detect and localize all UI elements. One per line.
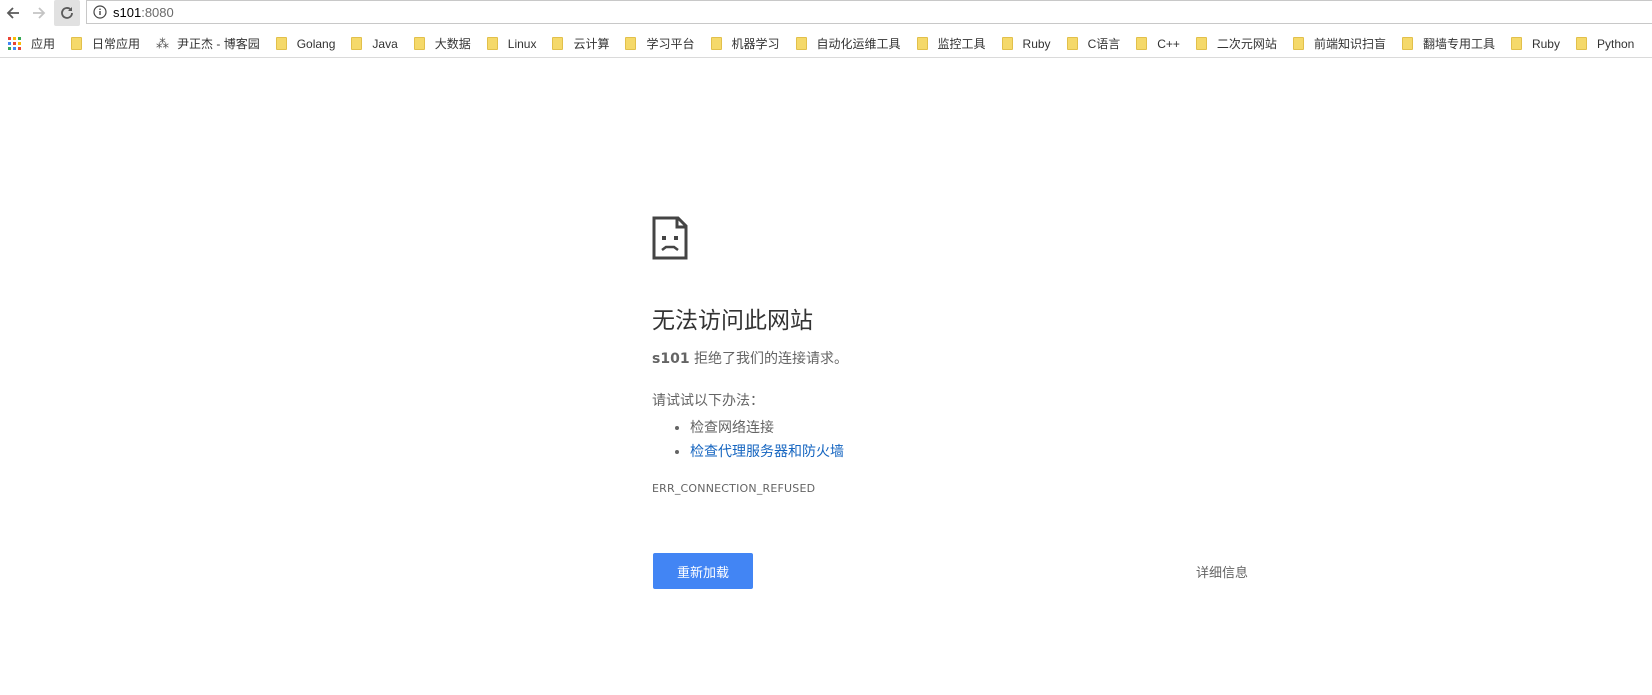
bookmark-folder[interactable]: Linux [483, 33, 541, 55]
check-proxy-link[interactable]: 检查代理服务器和防火墙 [690, 444, 844, 460]
bookmark-label: Java [372, 36, 398, 51]
bookmark-label: C++ [1157, 36, 1180, 51]
bookmarks-bar: 应用 日常应用 ⁂ 尹正杰 - 博客园 Golang Java 大数据 Linux… [0, 30, 1652, 58]
suggestion-check-proxy: 检查代理服务器和防火墙 [690, 440, 1252, 464]
folder-icon [1401, 37, 1413, 50]
reload-button[interactable] [54, 0, 80, 26]
bookmark-site[interactable]: ⁂ 尹正杰 - 博客园 [152, 33, 264, 55]
error-code: ERR_CONNECTION_REFUSED [652, 482, 816, 495]
error-summary-text: 拒绝了我们的连接请求。 [689, 351, 849, 367]
folder-icon [1066, 37, 1078, 50]
bookmark-folder[interactable]: 自动化运维工具 [792, 33, 905, 55]
bookmark-folder[interactable]: Ruby [1507, 33, 1564, 55]
bookmark-folder[interactable]: 日常应用 [67, 33, 144, 55]
browser-toolbar: s101:8080 [0, 0, 1652, 26]
apps-grid-icon [8, 37, 21, 50]
bookmark-label: 前端知识扫盲 [1313, 37, 1386, 51]
error-content: 无法访问此网站 s101 拒绝了我们的连接请求。 请试试以下办法： 检查网络连接… [652, 216, 1252, 495]
bookmark-label: 监控工具 [937, 37, 986, 51]
url-port: :8080 [141, 4, 174, 20]
bookmark-folder[interactable]: Java [347, 33, 401, 55]
folder-icon [413, 37, 425, 50]
bookmark-folder[interactable]: 机器学习 [707, 33, 784, 55]
arrow-right-icon [33, 7, 46, 19]
folder-icon [710, 37, 722, 50]
bookmark-label: Ruby [1022, 36, 1051, 51]
folder-icon [1001, 37, 1013, 50]
bookmark-label: 尹正杰 - 博客园 [177, 37, 260, 51]
back-button[interactable] [0, 0, 26, 26]
bookmark-folder[interactable]: Golang [272, 33, 340, 55]
suggestions-list: 检查网络连接 检查代理服务器和防火墙 [652, 416, 1252, 464]
arrow-left-icon [6, 7, 19, 19]
bookmark-label: Python [1596, 36, 1635, 51]
site-icon: ⁂ [156, 35, 170, 51]
bookmark-folder[interactable]: C语言 [1063, 33, 1125, 55]
details-button[interactable]: 详细信息 [1190, 553, 1254, 589]
forward-button[interactable] [26, 0, 52, 26]
folder-icon [1136, 37, 1148, 50]
folder-icon [916, 37, 928, 50]
bookmark-label: Linux [507, 36, 537, 51]
bookmark-apps[interactable]: 应用 [4, 33, 59, 55]
bookmark-label: 大数据 [434, 37, 471, 51]
folder-icon [71, 37, 83, 50]
suggestion-check-network: 检查网络连接 [690, 416, 1252, 440]
bookmark-label: 云计算 [573, 37, 610, 51]
bookmark-folder[interactable]: C++ [1132, 33, 1184, 55]
folder-icon [1575, 37, 1587, 50]
bookmark-label: 机器学习 [731, 37, 780, 51]
folder-icon [1195, 37, 1207, 50]
bookmark-label: 日常应用 [92, 37, 141, 51]
bookmark-label: 自动化运维工具 [816, 37, 901, 51]
error-heading: 无法访问此网站 [652, 308, 813, 334]
bookmark-label: C语言 [1087, 37, 1121, 51]
reload-page-button[interactable]: 重新加载 [653, 553, 753, 589]
bookmark-label: 二次元网站 [1216, 37, 1277, 51]
folder-icon [275, 37, 287, 50]
info-circle-icon[interactable] [93, 5, 107, 19]
sad-page-icon [652, 216, 688, 260]
folder-icon [1292, 37, 1304, 50]
error-summary: s101 拒绝了我们的连接请求。 [652, 348, 1252, 368]
bookmark-folder[interactable]: 学习平台 [621, 33, 698, 55]
bookmark-label: 翻墙专用工具 [1422, 37, 1495, 51]
bookmark-label: Golang [296, 36, 336, 51]
bookmark-label: 学习平台 [646, 37, 695, 51]
bookmark-folder[interactable]: 云计算 [548, 33, 613, 55]
bookmark-folder[interactable]: 监控工具 [913, 33, 990, 55]
suggestions-intro: 请试试以下办法： [652, 393, 764, 409]
bookmark-label: 应用 [31, 37, 56, 51]
url-text[interactable]: s101:8080 [113, 5, 174, 20]
bookmark-folder[interactable]: Python [1572, 33, 1638, 55]
bookmark-folder[interactable]: 二次元网站 [1192, 33, 1281, 55]
bookmark-folder[interactable]: 翻墙专用工具 [1398, 33, 1499, 55]
error-host: s101 [652, 351, 690, 367]
folder-icon [552, 37, 564, 50]
folder-icon [351, 37, 363, 50]
folder-icon [625, 37, 637, 50]
url-host: s101 [113, 4, 142, 20]
bookmark-folder[interactable]: 大数据 [410, 33, 475, 55]
bookmark-label: Ruby [1531, 36, 1560, 51]
folder-icon [486, 37, 498, 50]
address-bar[interactable]: s101:8080 [86, 0, 1652, 24]
bookmark-folder[interactable]: Ruby [998, 33, 1055, 55]
folder-icon [795, 37, 807, 50]
bookmark-folder[interactable]: 前端知识扫盲 [1289, 33, 1390, 55]
reload-icon [61, 7, 73, 19]
folder-icon [1510, 37, 1522, 50]
